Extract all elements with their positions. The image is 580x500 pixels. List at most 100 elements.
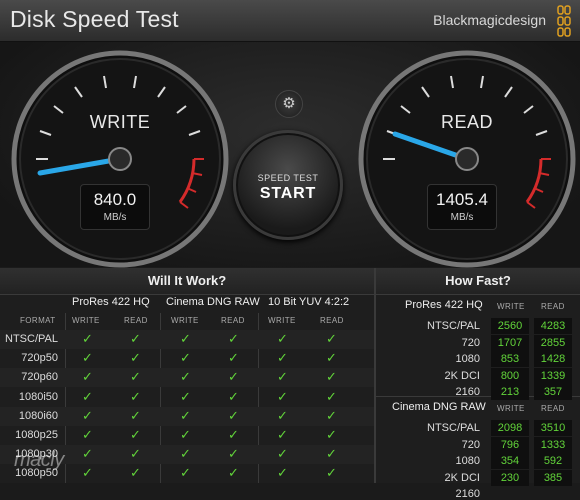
wiw-format-label: 1080p25 xyxy=(15,429,58,441)
hf-row-label: NTSC/PAL xyxy=(427,422,480,434)
check-icon: ✓ xyxy=(82,465,93,481)
wiw-format-label: 1080i60 xyxy=(18,409,58,422)
hf-read-value: 3510 xyxy=(534,420,572,436)
hf-cinema-write-header: WRITE xyxy=(497,404,525,413)
speed-test-start-button[interactable]: SPEED TEST START xyxy=(233,130,343,240)
check-icon: ✓ xyxy=(180,407,191,423)
wiw-format-label: NTSC/PAL xyxy=(5,333,58,345)
check-icon: ✓ xyxy=(326,369,337,385)
hf-write-value: 230 xyxy=(491,469,529,486)
wiw-yuv-read-header: READ xyxy=(320,316,344,325)
section-divider xyxy=(374,268,376,483)
read-value-box: 1405.4 MB/s xyxy=(427,184,497,230)
check-icon: ✓ xyxy=(82,369,93,385)
check-icon: ✓ xyxy=(228,388,239,404)
check-icon: ✓ xyxy=(82,331,93,346)
check-icon: ✓ xyxy=(82,446,93,462)
hf-group-prores: ProRes 422 HQ xyxy=(405,299,483,311)
check-icon: ✓ xyxy=(228,350,239,366)
check-icon: ✓ xyxy=(277,407,288,423)
hf-row-label: NTSC/PAL xyxy=(427,320,480,332)
check-icon: ✓ xyxy=(180,331,191,346)
hf-write-value: 800 xyxy=(491,367,529,384)
will-it-work-title: Will It Work? xyxy=(0,268,374,295)
hf-write-value: 2098 xyxy=(491,420,529,436)
start-button-label: START xyxy=(259,185,317,202)
check-icon: ✓ xyxy=(130,331,141,346)
hf-read-value: 1339 xyxy=(534,367,572,384)
write-gauge-label: WRITE xyxy=(89,112,151,132)
check-icon: ✓ xyxy=(228,331,239,346)
check-icon: ✓ xyxy=(130,369,141,385)
how-fast-title: How Fast? xyxy=(376,268,580,295)
wiw-format-label: 1080i50 xyxy=(18,390,58,403)
hf-row-label: 720 xyxy=(461,336,480,349)
check-icon: ✓ xyxy=(82,407,93,423)
hf-read-value: 2855 xyxy=(534,334,572,351)
check-icon: ✓ xyxy=(277,427,288,442)
check-icon: ✓ xyxy=(180,427,191,442)
hf-read-value: 1428 xyxy=(534,351,572,367)
check-icon: ✓ xyxy=(228,465,239,481)
hf-read-value: 1333 xyxy=(534,436,572,453)
wiw-col-cinema-dng: Cinema DNG RAW xyxy=(166,296,260,308)
wiw-prores-read-header: READ xyxy=(124,316,148,325)
check-icon: ✓ xyxy=(180,465,191,481)
check-icon: ✓ xyxy=(277,331,288,346)
write-value-box: 840.0 MB/s xyxy=(80,184,150,230)
write-speed-unit: MB/s xyxy=(103,212,127,223)
check-icon: ✓ xyxy=(277,350,288,366)
check-icon: ✓ xyxy=(277,369,288,385)
check-icon: ✓ xyxy=(130,465,141,481)
write-gauge: WRITE 840.0 MB/s xyxy=(10,49,230,269)
blackmagic-logo-icon xyxy=(557,5,571,37)
check-icon: ✓ xyxy=(130,446,141,462)
hf-write-value: 2560 xyxy=(491,318,529,334)
hf-row-label: 2K DCI xyxy=(444,471,480,484)
hf-prores-read-header: READ xyxy=(541,302,565,311)
gear-icon: ⚙ xyxy=(282,95,296,112)
hf-row-label: 1080 xyxy=(455,455,480,467)
check-icon: ✓ xyxy=(326,331,337,346)
wiw-format-header: FORMAT xyxy=(20,316,56,325)
watermark: macly xyxy=(14,449,64,471)
check-icon: ✓ xyxy=(130,427,141,442)
hf-row-label: 1080 xyxy=(455,353,480,365)
check-icon: ✓ xyxy=(326,407,337,423)
wiw-prores-write-header: WRITE xyxy=(72,316,100,325)
hf-write-value: 213 xyxy=(491,384,529,400)
start-button-subtitle: SPEED TEST xyxy=(257,173,319,183)
read-speed-unit: MB/s xyxy=(450,212,474,223)
check-icon: ✓ xyxy=(326,350,337,366)
hf-write-value: 853 xyxy=(491,351,529,367)
check-icon: ✓ xyxy=(326,465,337,481)
settings-button[interactable]: ⚙ xyxy=(275,90,303,118)
read-gauge-dial xyxy=(358,50,576,268)
check-icon: ✓ xyxy=(180,388,191,404)
check-icon: ✓ xyxy=(228,407,239,423)
hf-group-cinema-dng: Cinema DNG RAW xyxy=(392,401,486,413)
check-icon: ✓ xyxy=(180,350,191,366)
write-speed-value: 840.0 xyxy=(93,190,137,209)
hf-row-label: 720 xyxy=(461,438,480,451)
hf-prores-write-header: WRITE xyxy=(497,302,525,311)
check-icon: ✓ xyxy=(228,427,239,442)
wiw-cinema-read-header: READ xyxy=(221,316,245,325)
check-icon: ✓ xyxy=(326,388,337,404)
hf-read-value: 4283 xyxy=(534,318,572,334)
hf-write-value: 796 xyxy=(491,436,529,453)
wiw-col-10bit-yuv: 10 Bit YUV 4:2:2 xyxy=(268,296,350,308)
check-icon: ✓ xyxy=(326,427,337,442)
check-icon: ✓ xyxy=(277,446,288,462)
check-icon: ✓ xyxy=(180,369,191,385)
check-icon: ✓ xyxy=(130,388,141,404)
read-gauge-label: READ xyxy=(440,112,493,132)
check-icon: ✓ xyxy=(228,446,239,462)
wiw-format-label: 720p60 xyxy=(21,371,58,384)
check-icon: ✓ xyxy=(82,427,93,442)
brand-name: Blackmagicdesign xyxy=(433,12,546,28)
hf-cinema-read-header: READ xyxy=(541,404,565,413)
wiw-yuv-write-header: WRITE xyxy=(268,316,296,325)
wiw-cinema-write-header: WRITE xyxy=(171,316,199,325)
read-gauge: READ 1405.4 MB/s xyxy=(357,49,577,269)
